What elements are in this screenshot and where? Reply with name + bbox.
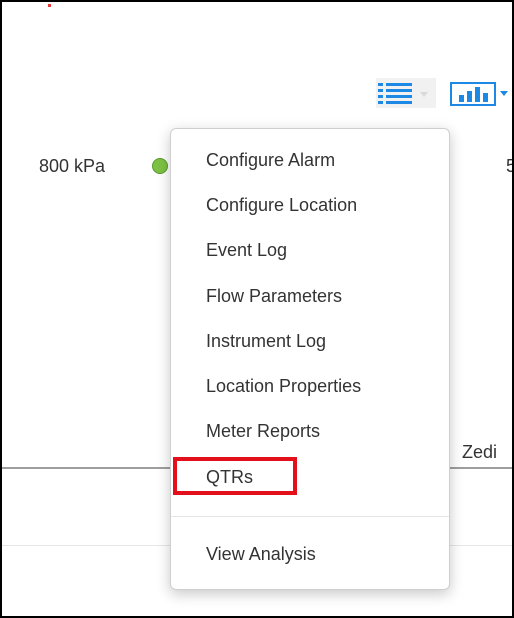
bar-chart-icon: [450, 82, 496, 106]
column-label: Zedi: [462, 442, 498, 462]
partial-value: 5: [506, 156, 512, 177]
menu-item-instrument-log[interactable]: Instrument Log: [206, 330, 326, 352]
menu-item-flow-parameters[interactable]: Flow Parameters: [206, 285, 342, 307]
red-marker: [48, 4, 51, 7]
menu-item-view-analysis[interactable]: View Analysis: [206, 543, 316, 565]
menu-item-event-log[interactable]: Event Log: [206, 239, 287, 261]
context-menu: Configure Alarm Configure Location Event…: [170, 128, 450, 590]
status-indicator: [152, 158, 168, 174]
chevron-down-icon: [420, 92, 428, 97]
list-view-button[interactable]: [376, 78, 436, 108]
menu-divider: [171, 516, 449, 517]
menu-item-configure-location[interactable]: Configure Location: [206, 194, 357, 216]
menu-item-meter-reports[interactable]: Meter Reports: [206, 420, 320, 442]
list-view-icon: [378, 83, 412, 104]
menu-item-location-properties[interactable]: Location Properties: [206, 375, 361, 397]
highlight-annotation: [173, 457, 297, 495]
chart-view-button[interactable]: [448, 78, 510, 108]
chevron-down-icon: [500, 91, 508, 96]
app-frame: 800 kPa 5 Zedi Configure Alarm Configure…: [0, 0, 514, 618]
menu-item-configure-alarm[interactable]: Configure Alarm: [206, 149, 335, 171]
pressure-reading: 800 kPa: [39, 156, 106, 176]
